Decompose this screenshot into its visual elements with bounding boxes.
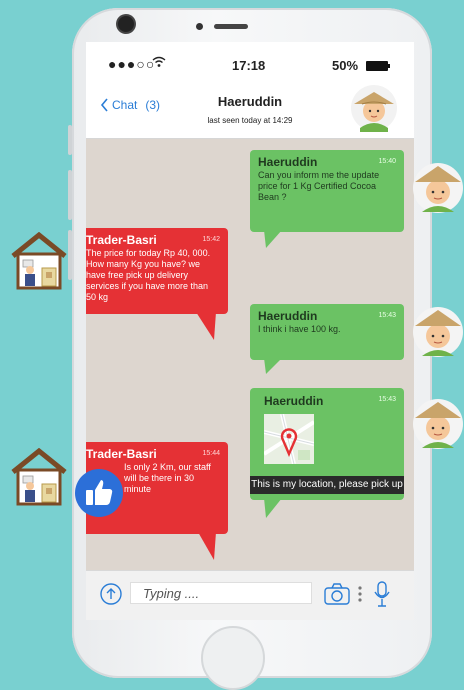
bubble-tail [264,358,282,374]
status-bar: ●●●○○ 17:18 50% [86,42,414,82]
thumbs-up-icon[interactable] [74,468,124,518]
message-time: 15:40 [378,158,396,165]
home-button[interactable] [201,626,265,690]
message-sender: Trader-Basri [86,233,157,247]
message-time: 15:44 [202,450,220,457]
camera-icon[interactable] [324,583,350,605]
chat-header: Chat (3) Haeruddin last seen today at 14… [86,82,414,139]
contact-avatar[interactable] [350,84,398,132]
phone-volume-down [68,230,72,280]
bubble-tail [264,230,282,248]
wifi-icon [152,56,166,67]
message-sender: Haeruddin [258,309,318,323]
upload-icon[interactable] [100,583,122,605]
status-time: 17:18 [232,58,266,73]
earpiece-speaker [214,24,248,29]
bubble-tail [264,498,282,518]
battery-percent: 50% [332,58,359,73]
message-input[interactable]: Typing .... [130,582,312,604]
message-text: The price for today Rp 40, 000. How many… [86,248,211,302]
trader-shop-avatar[interactable] [10,448,68,506]
more-icon[interactable] [358,585,362,603]
bubble-tail [198,532,216,560]
message-sender: Haeruddin [258,155,318,169]
battery-icon [366,61,388,71]
message-time: 15:43 [378,312,396,319]
map-thumbnail[interactable] [264,414,314,464]
location-caption: This is my location, please pick up [250,476,404,494]
message-time: 15:43 [378,396,396,403]
message-text: Can you inform me the update price for 1… [258,170,380,202]
front-camera [118,16,134,32]
message-time: 15:42 [202,236,220,243]
trader-shop-avatar[interactable] [10,232,68,290]
message-text: Is only 2 Km, our staff will be there in… [124,462,211,494]
microphone-icon[interactable] [374,581,390,607]
farmer-avatar[interactable] [412,304,464,358]
message-bubble-outgoing[interactable]: Haeruddin 15:43 I think i have 100 kg. [250,304,404,360]
location-message-bubble[interactable]: Haeruddin 15:43 This is my location, ple… [250,388,404,500]
signal-icon: ●●●○○ [108,56,156,72]
message-sender: Trader-Basri [86,447,157,461]
phone-side-button [68,125,72,155]
message-bubble-incoming[interactable]: Trader-Basri 15:42 The price for today R… [86,228,228,314]
message-sender: Haeruddin [264,394,324,408]
farmer-avatar[interactable] [412,396,464,450]
proximity-sensor [196,23,203,30]
message-bubble-outgoing[interactable]: Haeruddin 15:40 Can you inform me the up… [250,150,404,232]
battery-tip [388,64,390,68]
phone-screen: ●●●○○ 17:18 50% Chat (3) Haeruddin last … [86,42,414,620]
message-text: I think i have 100 kg. [258,324,341,334]
bubble-tail [196,312,216,340]
phone-volume-up [68,170,72,220]
farmer-avatar[interactable] [412,160,464,214]
